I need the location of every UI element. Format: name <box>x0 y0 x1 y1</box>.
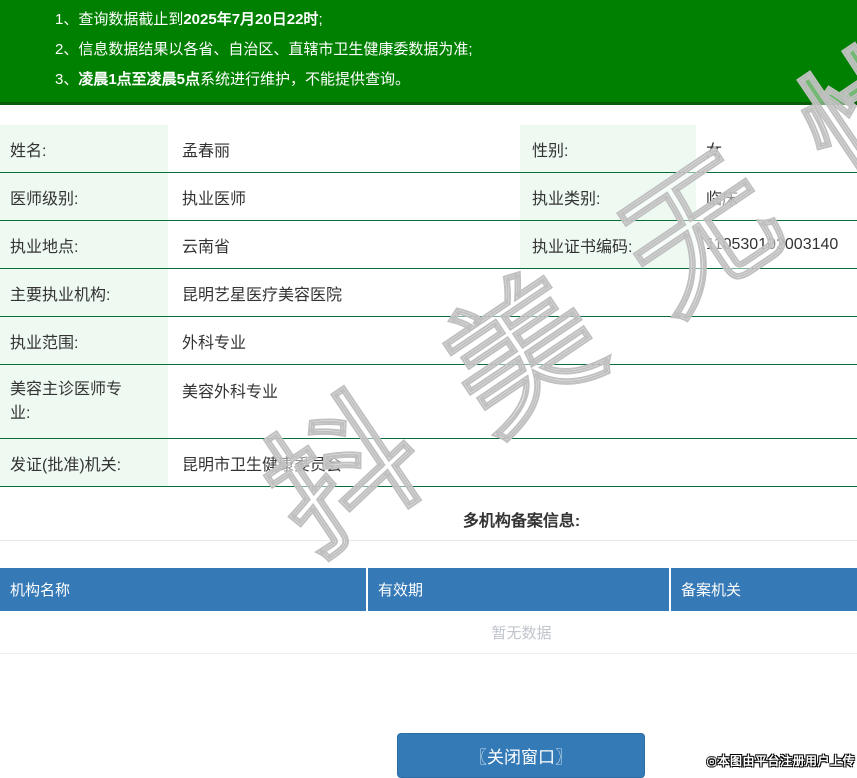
table-row-location-cert: 执业地点: 云南省 执业证书编码: 110530102003140 <box>0 221 857 269</box>
column-header-validity-period: 有效期 <box>368 568 671 611</box>
notice-text: 系统进行维护，不能提供查询。 <box>200 71 411 88</box>
notice-text: ; <box>318 11 323 28</box>
notice-text: 3、 <box>55 71 79 88</box>
certificate-number-label: 执业证书编码: <box>520 221 696 268</box>
close-window-button[interactable]: 〖关闭窗口〗 <box>397 733 645 778</box>
notice-banner: 1、查询数据截止到2025年7月20日22时; 2、信息数据结果以各省、自治区、… <box>0 0 857 105</box>
practice-category-value: 临床 <box>706 190 739 208</box>
gender-label: 性别: <box>520 125 696 172</box>
photo-credit-watermark: ◎本图由平台注册用户上传 <box>706 754 855 768</box>
issuing-authority-value: 昆明市卫生健康委员会 <box>182 456 343 474</box>
name-value: 孟春丽 <box>182 142 231 160</box>
notice-bold-text: 凌晨1点至凌晨5点 <box>78 71 201 88</box>
practitioner-info-table: 姓名: 孟春丽 性别: 女 医师级别: 执业医师 执业类别: 临床 执业地点: … <box>0 125 857 487</box>
table-row-practice-scope: 执业范围: 外科专业 <box>0 317 857 365</box>
cosmetic-specialty-value: 美容外科专业 <box>182 384 279 401</box>
name-label: 姓名: <box>0 125 168 172</box>
table-row-main-institution: 主要执业机构: 昆明艺星医疗美容医院 <box>0 269 857 317</box>
column-header-institution-name: 机构名称 <box>0 568 368 611</box>
practice-scope-value: 外科专业 <box>182 334 247 352</box>
cosmetic-specialty-label: 美容主诊医师专业: <box>0 365 168 438</box>
practitioner-query-result-window: { "notices": [ {"pre": "1、查询数据截止到", "bol… <box>0 0 857 778</box>
notice-line-1: 1、查询数据截止到2025年7月20日22时; <box>55 5 857 35</box>
section-divider <box>0 540 857 541</box>
notice-text: 2、信息数据结果以各省、自治区、直辖市卫生健康委数据为准; <box>55 41 473 58</box>
query-result-page: 1、查询数据截止到2025年7月20日22时; 2、信息数据结果以各省、自治区、… <box>0 0 857 771</box>
certificate-number-value: 110530102003140 <box>706 235 839 253</box>
table-row-cosmetic-specialty: 美容主诊医师专业: 美容外科专业 <box>0 365 857 439</box>
main-institution-label: 主要执业机构: <box>0 269 168 316</box>
main-institution-value: 昆明艺星医疗美容医院 <box>182 286 343 304</box>
column-header-filing-authority: 备案机关 <box>681 582 742 599</box>
filing-table-header-row: 机构名称 有效期 备案机关 <box>0 568 857 611</box>
doctor-level-value: 执业医师 <box>182 190 247 208</box>
filing-table: 机构名称 有效期 备案机关 暂无数据 <box>0 568 857 654</box>
notice-line-3: 3、凌晨1点至凌晨5点系统进行维护，不能提供查询。 <box>55 65 857 95</box>
notice-line-2: 2、信息数据结果以各省、自治区、直辖市卫生健康委数据为准; <box>55 35 857 65</box>
issuing-authority-label: 发证(批准)机关: <box>0 439 168 486</box>
practice-location-value: 云南省 <box>182 238 231 256</box>
practice-scope-label: 执业范围: <box>0 317 168 364</box>
practice-location-label: 执业地点: <box>0 221 168 268</box>
notice-text: 1、查询数据截止到 <box>55 11 184 28</box>
multi-institution-filing-title: 多机构备案信息: <box>462 513 581 530</box>
practice-category-label: 执业类别: <box>520 173 696 220</box>
table-row-name-gender: 姓名: 孟春丽 性别: 女 <box>0 125 857 173</box>
empty-data-placeholder: 暂无数据 <box>0 611 857 654</box>
gender-value: 女 <box>706 142 723 160</box>
notice-bold-text: 2025年7月20日22时 <box>183 11 319 28</box>
doctor-level-label: 医师级别: <box>0 173 168 220</box>
table-row-issuing-authority: 发证(批准)机关: 昆明市卫生健康委员会 <box>0 439 857 487</box>
table-row-level-category: 医师级别: 执业医师 执业类别: 临床 <box>0 173 857 221</box>
